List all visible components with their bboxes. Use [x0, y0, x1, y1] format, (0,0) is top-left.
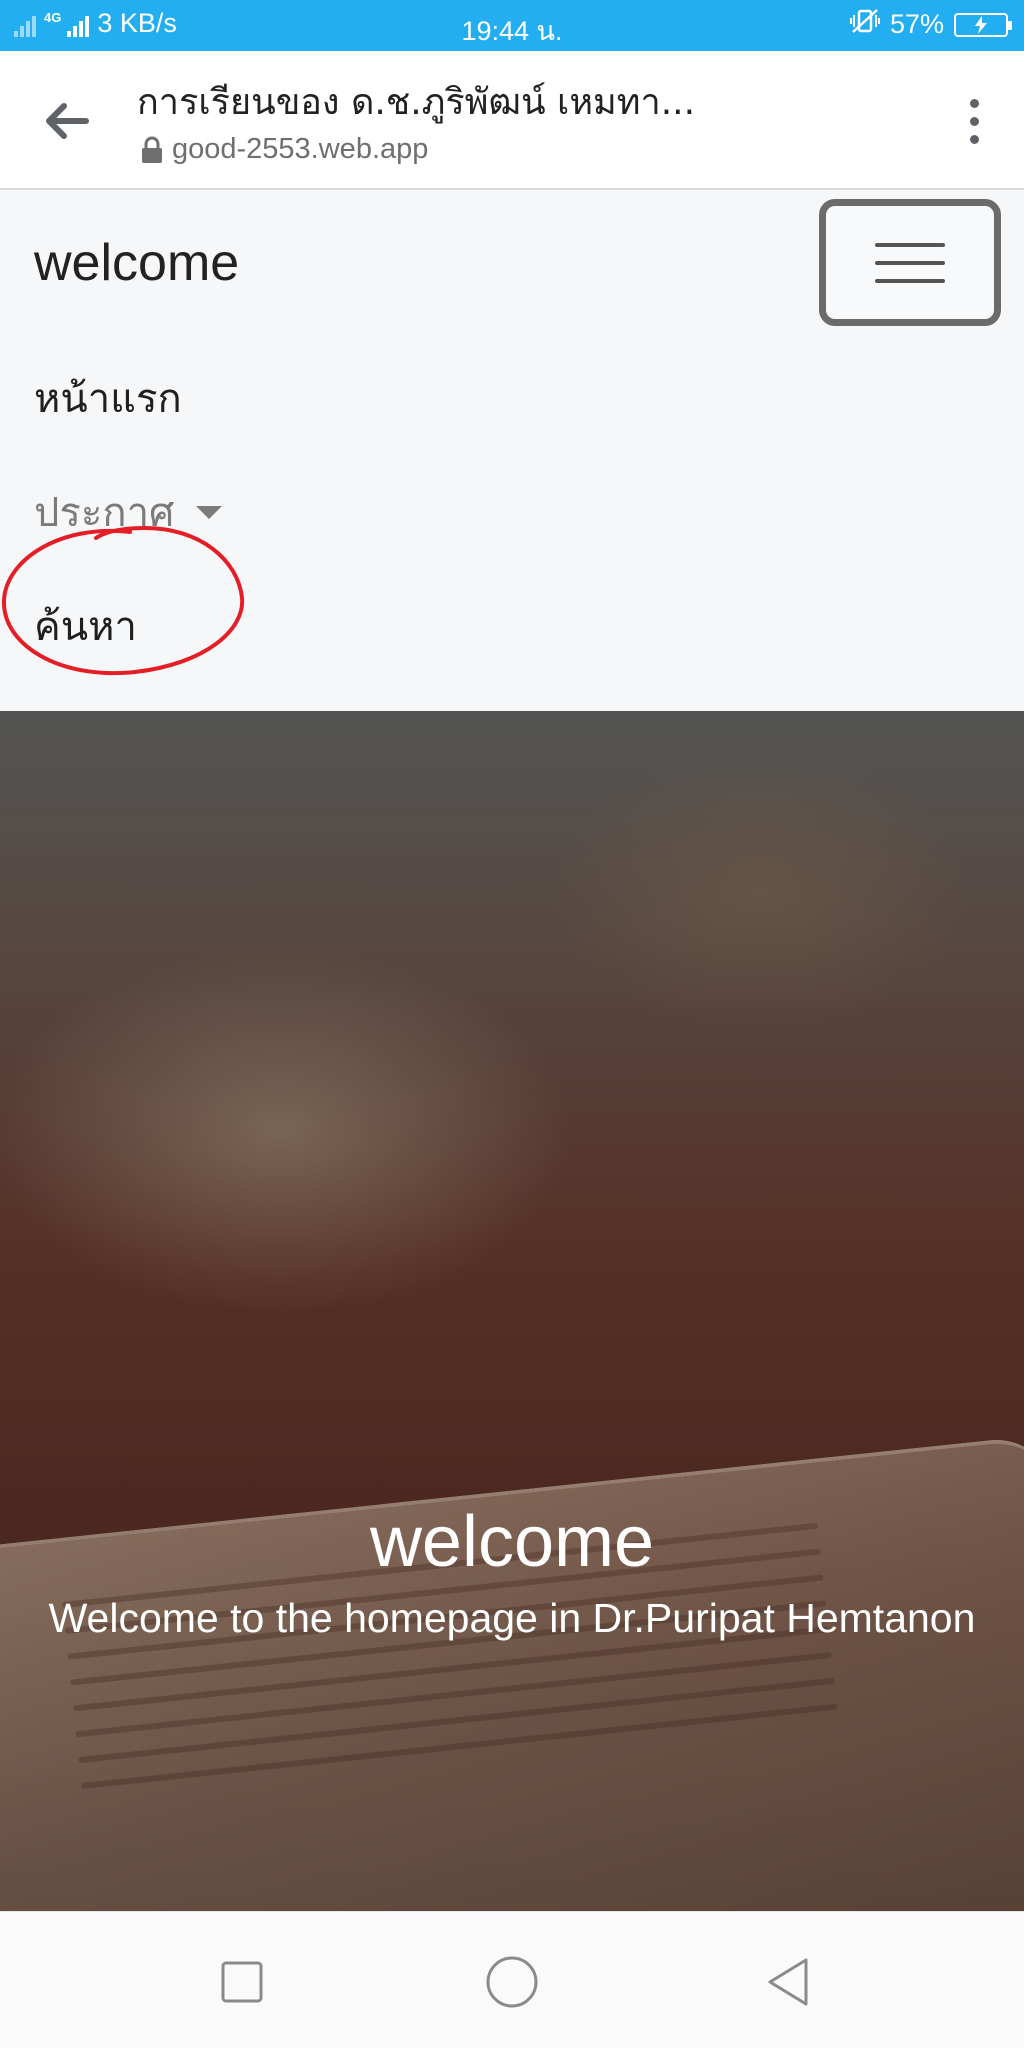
system-navigation-bar [0, 1911, 1024, 2048]
hero-section: welcome Welcome to the homepage in Dr.Pu… [0, 711, 1024, 1911]
recent-apps-icon [221, 1961, 263, 2003]
nav-item-announcements-dropdown[interactable]: ประกาศ [34, 455, 223, 569]
hero-subtitle: Welcome to the homepage in Dr.Puripat He… [48, 1595, 976, 1641]
nav-links: หน้าแรก ประกาศ ค้นหา [34, 341, 223, 683]
browser-toolbar: การเรียนของ ด.ช.ภูริพัฒน์ เหมทา... good-… [0, 51, 1024, 190]
battery-charging-icon [954, 12, 1012, 37]
nav-item-label: ประกาศ [34, 490, 175, 536]
site-navbar: welcome หน้าแรก ประกาศ ค้นหา [0, 191, 1024, 711]
nav-item-search[interactable]: ค้นหา [34, 569, 222, 683]
url-bar[interactable]: good-2553.web.app [140, 133, 428, 166]
navbar-brand[interactable]: welcome [34, 233, 239, 293]
nav-item-label: ค้นหา [34, 604, 137, 650]
back-arrow-icon [46, 103, 89, 139]
navbar-toggler-button[interactable] [819, 199, 1001, 326]
back-button[interactable] [36, 91, 96, 151]
recent-apps-button[interactable] [212, 1952, 272, 2012]
url-text: good-2553.web.app [172, 133, 429, 165]
more-options-button[interactable] [954, 91, 994, 151]
hamburger-icon [875, 242, 945, 283]
more-vert-icon [969, 98, 979, 108]
battery-percent: 57% [889, 9, 944, 39]
back-system-button[interactable] [758, 1952, 818, 2012]
back-triangle-icon [768, 1958, 808, 2006]
nav-item-home[interactable]: หน้าแรก [34, 341, 222, 455]
dropdown-caret-icon [196, 505, 223, 519]
nav-item-label: หน้าแรก [34, 376, 182, 422]
home-icon [486, 1956, 538, 2008]
status-right: 57% [849, 8, 1012, 41]
home-button[interactable] [482, 1952, 542, 2012]
vibrate-icon [849, 8, 880, 41]
hero-title: welcome [369, 1502, 655, 1582]
lock-icon [142, 136, 162, 163]
status-bar: 4G 3 KB/s 19:44 น. 57% [0, 0, 1024, 51]
tab-title: การเรียนของ ด.ช.ภูริพัฒน์ เหมทา... [137, 82, 696, 123]
